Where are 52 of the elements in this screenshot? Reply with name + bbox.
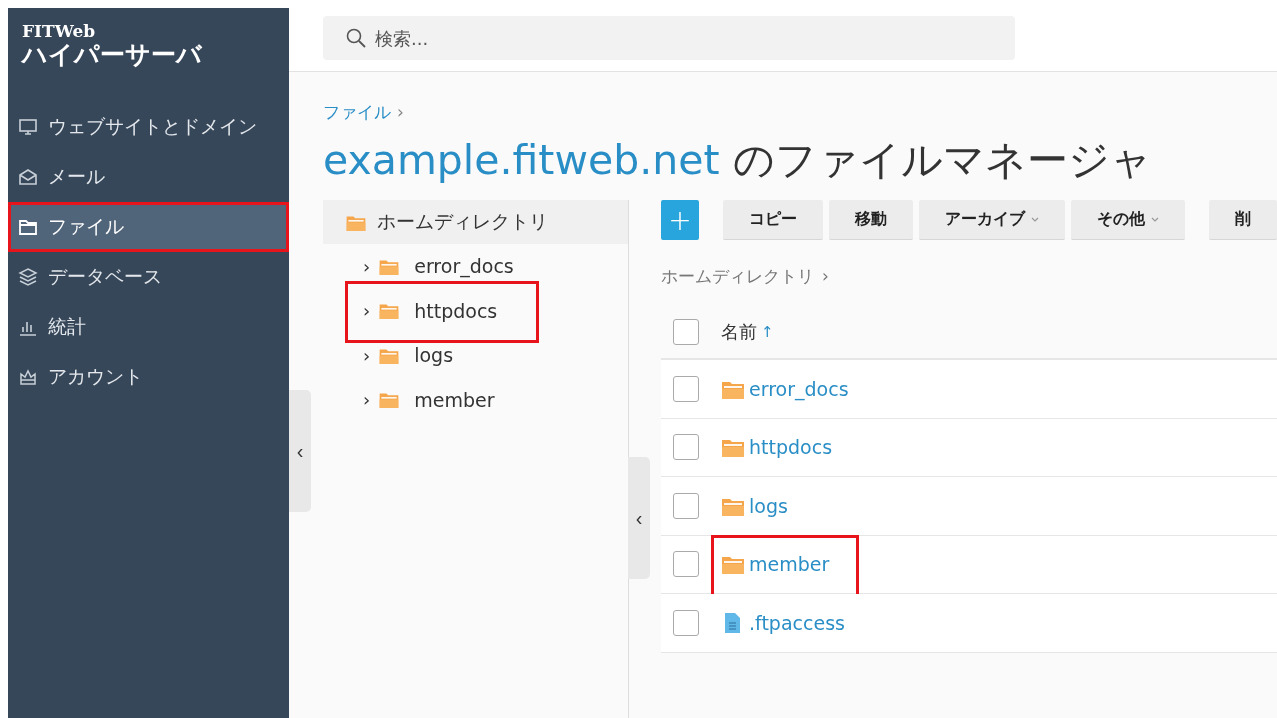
toolbar-button[interactable]: アーカイブ — [919, 200, 1065, 240]
file-link[interactable]: httpdocs — [749, 436, 833, 459]
tree-item[interactable]: member — [408, 388, 495, 411]
file-link[interactable]: .ftpaccess — [749, 611, 845, 634]
page-title-domain: example.fitweb.net — [323, 136, 720, 184]
select-all-checkbox[interactable] — [673, 319, 699, 345]
tree-item[interactable]: httpdocs — [408, 299, 498, 322]
brand-name: FITWeb — [22, 22, 97, 40]
row-checkbox[interactable] — [673, 551, 699, 578]
row-checkbox[interactable] — [673, 609, 699, 636]
collapse-handle[interactable]: ‹ — [289, 390, 311, 512]
folder-icon — [378, 302, 401, 320]
folder-icon — [378, 391, 401, 409]
toolbar-button[interactable]: その他 — [1071, 200, 1185, 240]
file-link[interactable]: member — [749, 553, 830, 576]
sidebar-item[interactable]: データベース — [8, 252, 289, 302]
sidebar-item[interactable]: ウェブサイトとドメイン — [8, 102, 289, 152]
toolbar-button[interactable]: コピー — [723, 200, 823, 240]
row-checkbox[interactable] — [673, 375, 699, 402]
sort-arrow: ↑ — [761, 323, 774, 341]
toolbar-button[interactable]: 削 — [1209, 200, 1277, 240]
toolbar-button[interactable]: 移動 — [829, 200, 913, 240]
column-header[interactable]: 名前 — [721, 320, 757, 344]
file-link[interactable]: logs — [749, 494, 788, 517]
row-checkbox[interactable] — [673, 434, 699, 461]
file-link[interactable]: error_docs — [749, 377, 849, 400]
expand-arrow[interactable]: › — [363, 255, 371, 277]
tree-item[interactable]: error_docs — [408, 255, 514, 278]
page-title: のファイルマネージャ — [731, 136, 1152, 184]
tree-item[interactable]: ホームディレクトリ — [323, 200, 628, 244]
monitor-icon — [18, 117, 38, 137]
breadcrumb-separator: › — [822, 266, 829, 286]
sidebar-item[interactable]: 統計 — [8, 302, 289, 352]
search-icon — [345, 27, 367, 49]
breadcrumb-link[interactable]: ファイル — [323, 100, 391, 124]
crown-icon — [18, 367, 38, 387]
breadcrumb-separator: › — [397, 102, 404, 122]
sidebar-item[interactable]: ファイル — [8, 202, 289, 252]
row-checkbox[interactable] — [673, 492, 699, 519]
search-field[interactable]: 検索... — [323, 16, 1015, 60]
expand-arrow[interactable]: › — [363, 389, 371, 411]
tree-item[interactable]: logs — [408, 344, 454, 367]
folder-icon — [18, 217, 38, 237]
envelope-icon — [18, 167, 38, 187]
collapse-handle[interactable]: ‹ — [628, 457, 650, 579]
brand-title: ハイパーサーバ — [22, 40, 203, 70]
layers-icon — [18, 267, 38, 287]
sidebar-item[interactable]: メール — [8, 152, 289, 202]
breadcrumb-link[interactable]: ホームディレクトリ — [661, 264, 814, 288]
expand-arrow[interactable]: › — [363, 344, 371, 366]
sidebar-item[interactable]: アカウント — [8, 352, 289, 402]
expand-arrow[interactable]: › — [363, 300, 371, 322]
